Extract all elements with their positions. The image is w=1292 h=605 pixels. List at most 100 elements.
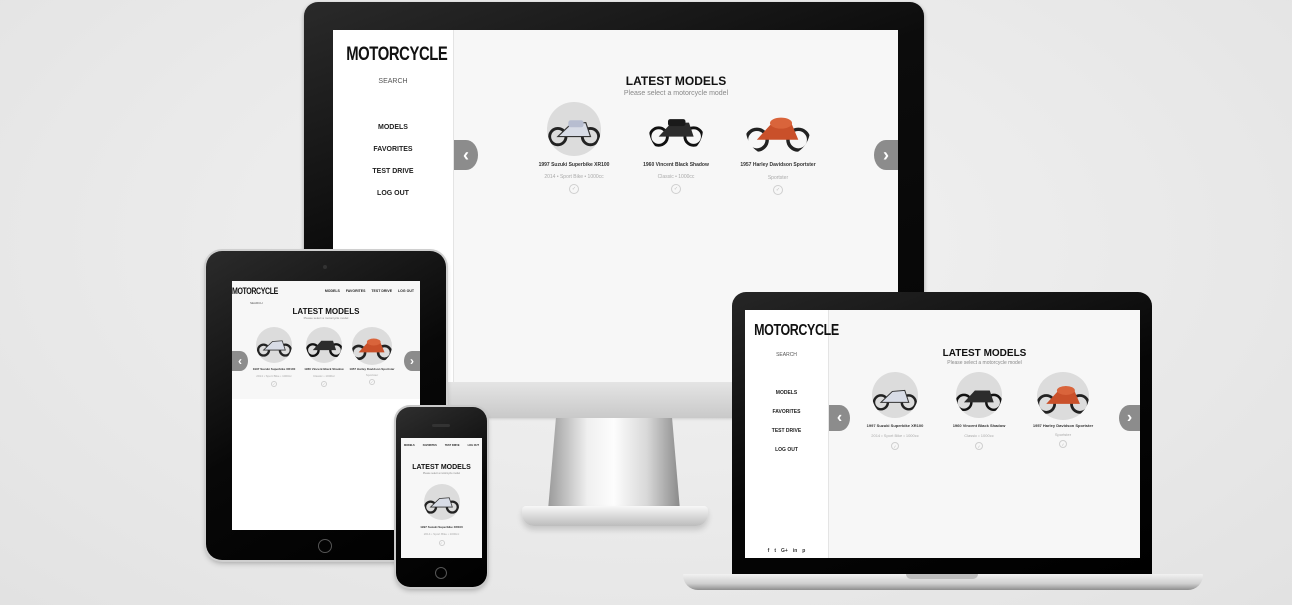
desktop-model-meta: Classic • 1000cc xyxy=(657,174,695,180)
desktop-nav-favorites[interactable]: FAVORITES xyxy=(333,139,453,161)
phone-model-meta: 2014 • Sport Bike • 1000cc xyxy=(423,532,460,536)
phone-page-subtitle: Please select a motorcycle model xyxy=(422,472,461,475)
laptop-model-meta: Classic • 1000cc xyxy=(964,433,994,438)
tablet-model-card[interactable]: 1960 Vincent Black Shadow Classic • 1000… xyxy=(300,327,348,387)
thumbs-up-icon[interactable]: ✓ xyxy=(773,185,783,195)
thumbs-up-icon[interactable]: ✓ xyxy=(369,379,375,385)
phone-nav-test-drive[interactable]: TEST DRIVE xyxy=(445,444,460,447)
tablet-nav-models[interactable]: MODELS xyxy=(325,289,340,293)
chevron-right-icon: › xyxy=(410,354,414,368)
laptop-model-name: 1957 Harley Davidson Sportster xyxy=(1032,423,1094,428)
twitter-icon[interactable]: t xyxy=(774,548,776,554)
laptop-nav-test-drive[interactable]: TEST DRIVE xyxy=(745,422,828,441)
facebook-icon[interactable]: f xyxy=(768,548,770,554)
motorcycle-icon xyxy=(746,117,810,152)
tablet-next-arrow[interactable]: › xyxy=(404,351,420,371)
motorcycle-image xyxy=(352,327,392,365)
laptop-social-links: f t G+ in p xyxy=(745,548,828,554)
thumbs-up-icon[interactable]: ✓ xyxy=(438,540,445,546)
tablet-camera xyxy=(323,265,327,269)
laptop-screen: MOTORCYCLE SEARCH MODELS FAVORITES TEST … xyxy=(745,310,1140,558)
motorcycle-icon xyxy=(424,497,459,514)
tablet-model-meta: 2014 • Sport Bike • 1000cc xyxy=(256,374,292,378)
laptop-search-link[interactable]: SEARCH xyxy=(745,352,828,358)
thumbs-up-icon[interactable]: ✓ xyxy=(891,442,899,450)
tablet-nav-log-out[interactable]: LOG OUT xyxy=(398,289,414,293)
phone-nav-models[interactable]: MODELS xyxy=(404,444,415,447)
desktop-page-subtitle: Please select a motorcycle model xyxy=(623,90,729,97)
laptop-nav-log-out[interactable]: LOG OUT xyxy=(745,441,828,460)
chevron-left-icon: ‹ xyxy=(836,409,843,426)
phone-nav-log-out[interactable]: LOG OUT xyxy=(468,444,479,447)
thumbs-up-icon[interactable]: ✓ xyxy=(975,442,983,450)
phone-nav-favorites[interactable]: FAVORITES xyxy=(423,444,437,447)
laptop-next-arrow[interactable]: › xyxy=(1119,405,1140,431)
desktop-nav-models[interactable]: MODELS xyxy=(333,117,453,139)
motorcycle-image xyxy=(746,102,810,158)
motorcycle-icon xyxy=(256,340,292,357)
desktop-stand-base xyxy=(522,506,708,526)
tablet-nav-test-drive[interactable]: TEST DRIVE xyxy=(371,289,392,293)
chevron-right-icon: › xyxy=(1126,409,1133,426)
desktop-stand-neck xyxy=(548,418,680,510)
laptop-content: LATEST MODELS Please select a motorcycle… xyxy=(829,310,1140,558)
desktop-logo[interactable]: MOTORCYCLE xyxy=(346,44,448,66)
tablet-model-card[interactable]: 1957 Harley Davidson Sportster Sportster… xyxy=(348,327,396,385)
motorcycle-icon xyxy=(352,338,392,360)
tablet-home-button xyxy=(318,539,332,553)
motorcycle-image xyxy=(423,484,460,520)
desktop-nav-log-out[interactable]: LOG OUT xyxy=(333,183,453,205)
thumbs-up-icon[interactable]: ✓ xyxy=(569,184,579,194)
chevron-left-icon: ‹ xyxy=(238,354,242,368)
tablet-search-link[interactable]: SEARCH xyxy=(250,301,263,305)
laptop-prev-arrow[interactable]: ‹ xyxy=(829,405,850,431)
tablet-nav-favorites[interactable]: FAVORITES xyxy=(346,289,366,293)
thumbs-up-icon[interactable]: ✓ xyxy=(671,184,681,194)
pinterest-icon[interactable]: p xyxy=(802,548,805,554)
desktop-model-name: 1960 Vincent Black Shadow xyxy=(643,162,709,168)
phone-model-name: 1997 Suzuki Superbike XR100 xyxy=(420,525,463,529)
laptop-model-card[interactable]: 1960 Vincent Black Shadow Classic • 1000… xyxy=(939,372,1019,450)
tablet-page-subtitle: Please select a motorcycle model xyxy=(303,316,349,320)
laptop-logo[interactable]: MOTORCYCLE xyxy=(754,322,839,340)
motorcycle-image xyxy=(547,102,601,156)
desktop-model-meta: Sportster xyxy=(767,175,789,181)
tablet-model-card[interactable]: 1997 Suzuki Superbike XR100 2014 • Sport… xyxy=(250,327,298,387)
thumbs-up-icon[interactable]: ✓ xyxy=(321,381,327,387)
tablet-logo[interactable]: MOTORCYCLE xyxy=(232,286,279,296)
chevron-right-icon: › xyxy=(883,144,889,165)
motorcycle-icon xyxy=(649,119,703,148)
phone-home-button xyxy=(435,567,447,579)
tablet-model-meta: Classic • 1000cc xyxy=(312,374,336,378)
phone-page-title: LATEST MODELS xyxy=(412,464,471,471)
laptop-nav-favorites[interactable]: FAVORITES xyxy=(745,403,828,422)
desktop-search-link[interactable]: SEARCH xyxy=(333,78,453,85)
desktop-model-card[interactable]: 1997 Suzuki Superbike XR100 2014 • Sport… xyxy=(524,102,624,194)
thumbs-up-icon[interactable]: ✓ xyxy=(1059,440,1067,448)
laptop-model-meta: Sportster xyxy=(1054,432,1072,437)
motorcycle-image xyxy=(649,102,703,156)
tablet-prev-arrow[interactable]: ‹ xyxy=(232,351,248,371)
desktop-model-meta: 2014 • Sport Bike • 1000cc xyxy=(544,174,604,180)
linkedin-icon[interactable]: in xyxy=(793,548,797,554)
thumbs-up-icon[interactable]: ✓ xyxy=(271,381,277,387)
tablet-page-title: LATEST MODELS xyxy=(292,307,360,316)
desktop-model-name: 1957 Harley Davidson Sportster xyxy=(740,162,816,168)
desktop-model-card[interactable]: 1960 Vincent Black Shadow Classic • 1000… xyxy=(626,102,726,194)
laptop-sidebar: MOTORCYCLE SEARCH MODELS FAVORITES TEST … xyxy=(745,310,839,558)
desktop-model-card[interactable]: 1957 Harley Davidson Sportster Sportster… xyxy=(728,102,828,195)
motorcycle-image xyxy=(1037,372,1089,420)
laptop-model-card[interactable]: 1957 Harley Davidson Sportster Sportster… xyxy=(1023,372,1103,448)
laptop-nav-models[interactable]: MODELS xyxy=(745,384,828,403)
desktop-next-arrow[interactable]: › xyxy=(874,140,898,170)
phone-speaker xyxy=(432,424,450,427)
google-plus-icon[interactable]: G+ xyxy=(781,548,788,554)
desktop-prev-arrow[interactable]: ‹ xyxy=(454,140,478,170)
laptop-model-card[interactable]: 1997 Suzuki Superbike XR100 2014 • Sport… xyxy=(855,372,935,450)
desktop-nav-test-drive[interactable]: TEST DRIVE xyxy=(333,161,453,183)
motorcycle-icon xyxy=(306,341,342,358)
motorcycle-image xyxy=(306,327,342,363)
tablet-model-name: 1957 Harley Davidson Sportster xyxy=(349,367,395,371)
phone-model-card[interactable]: 1997 Suzuki Superbike XR100 2014 • Sport… xyxy=(411,484,472,546)
laptop-model-name: 1960 Vincent Black Shadow xyxy=(952,423,1006,428)
